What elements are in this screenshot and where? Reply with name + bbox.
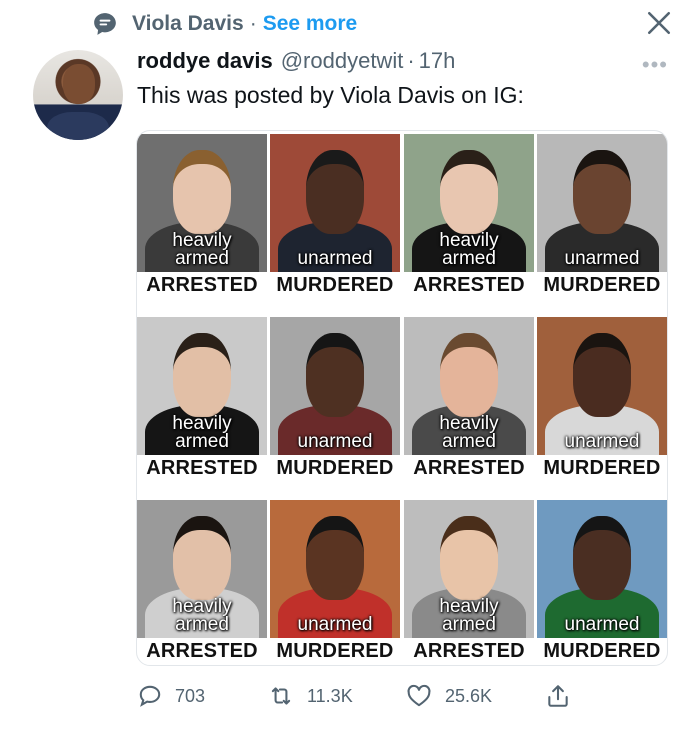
photo-label-line: armed [442, 431, 496, 452]
photo-label: unarmed [537, 614, 667, 635]
photo-tile: heavily armed [404, 317, 534, 455]
photo-label-line: unarmed [564, 248, 640, 269]
separator: · [249, 12, 257, 35]
photo-label: heavily armed [404, 231, 534, 269]
like-button[interactable]: 25.6K [405, 683, 492, 709]
photo-caption: MURDERED [276, 457, 394, 479]
display-name[interactable]: roddye davis [137, 48, 273, 74]
photo-label-line: armed [442, 614, 496, 635]
reply-icon [139, 685, 161, 707]
photo-tile: unarmed [270, 317, 400, 455]
photo-tile: heavily armed [404, 134, 534, 272]
tweet-actions: 703 11.3K 25.6K [137, 683, 577, 711]
photo-label: heavily armed [404, 414, 534, 452]
photo-tile: heavily armed [137, 317, 267, 455]
tweet-image[interactable]: heavily armed ARRESTED unarmed MURDERED heavi… [136, 130, 668, 666]
retweet-icon [271, 687, 291, 705]
photo-tile: unarmed [537, 134, 667, 272]
tweet-header: roddye davis @roddyetwit · 17h [137, 48, 455, 74]
photo-caption: ARRESTED [146, 274, 258, 296]
photo-caption: ARRESTED [413, 274, 525, 296]
more-options-icon[interactable]: ••• [642, 52, 668, 78]
reply-count: 703 [175, 685, 206, 706]
photo-label: heavily armed [137, 231, 267, 269]
photo-caption: MURDERED [543, 640, 661, 662]
see-more-link[interactable]: See more [263, 12, 358, 36]
photo-label: unarmed [270, 614, 400, 635]
photo-label: heavily armed [404, 597, 534, 635]
photo-caption: MURDERED [543, 457, 661, 479]
photo-label: unarmed [537, 431, 667, 452]
photo-label-line: unarmed [564, 614, 640, 635]
photo-label-line: unarmed [297, 614, 373, 635]
chat-bubble-icon [94, 13, 116, 35]
share-icon [548, 685, 568, 707]
photo-label-line: armed [175, 431, 229, 452]
heart-icon [407, 684, 431, 707]
photo-label: heavily armed [137, 597, 267, 635]
photo-label: unarmed [537, 248, 667, 269]
photo-caption: MURDERED [276, 274, 394, 296]
photo-label: heavily armed [137, 414, 267, 452]
retweet-button[interactable]: 11.3K [267, 683, 353, 709]
photo-tile: unarmed [537, 317, 667, 455]
photo-tile: unarmed [270, 134, 400, 272]
separator: · [407, 48, 415, 73]
avatar[interactable] [33, 50, 123, 140]
photo-tile: unarmed [270, 500, 400, 638]
user-handle[interactable]: @roddyetwit [281, 48, 404, 74]
photo-label-line: armed [175, 248, 229, 269]
photo-caption: ARRESTED [413, 640, 525, 662]
photo-label-line: armed [175, 614, 229, 635]
tweet-text: This was posted by Viola Davis on IG: [137, 82, 524, 108]
photo-label-line: unarmed [564, 431, 640, 452]
photo-tile: heavily armed [137, 134, 267, 272]
reply-button[interactable]: 703 [137, 683, 205, 709]
photo-label-line: unarmed [297, 431, 373, 452]
photo-caption: ARRESTED [146, 640, 258, 662]
photo-caption: MURDERED [543, 274, 661, 296]
photo-caption: ARRESTED [413, 457, 525, 479]
photo-tile: unarmed [537, 500, 667, 638]
photo-label-line: armed [442, 248, 496, 269]
photo-tile: heavily armed [137, 500, 267, 638]
like-count: 25.6K [445, 685, 493, 706]
context-user-link[interactable]: Viola Davis [132, 12, 244, 36]
photo-caption: MURDERED [276, 640, 394, 662]
photo-label: unarmed [270, 431, 400, 452]
photo-label-line: unarmed [297, 248, 373, 269]
photo-tile: heavily armed [404, 500, 534, 638]
timestamp[interactable]: 17h [419, 48, 456, 74]
retweet-count: 11.3K [307, 685, 353, 706]
share-button[interactable] [545, 683, 583, 709]
close-icon[interactable] [646, 10, 672, 36]
photo-caption: ARRESTED [146, 457, 258, 479]
social-context-line: Viola Davis · See more [92, 6, 357, 42]
photo-label: unarmed [270, 248, 400, 269]
